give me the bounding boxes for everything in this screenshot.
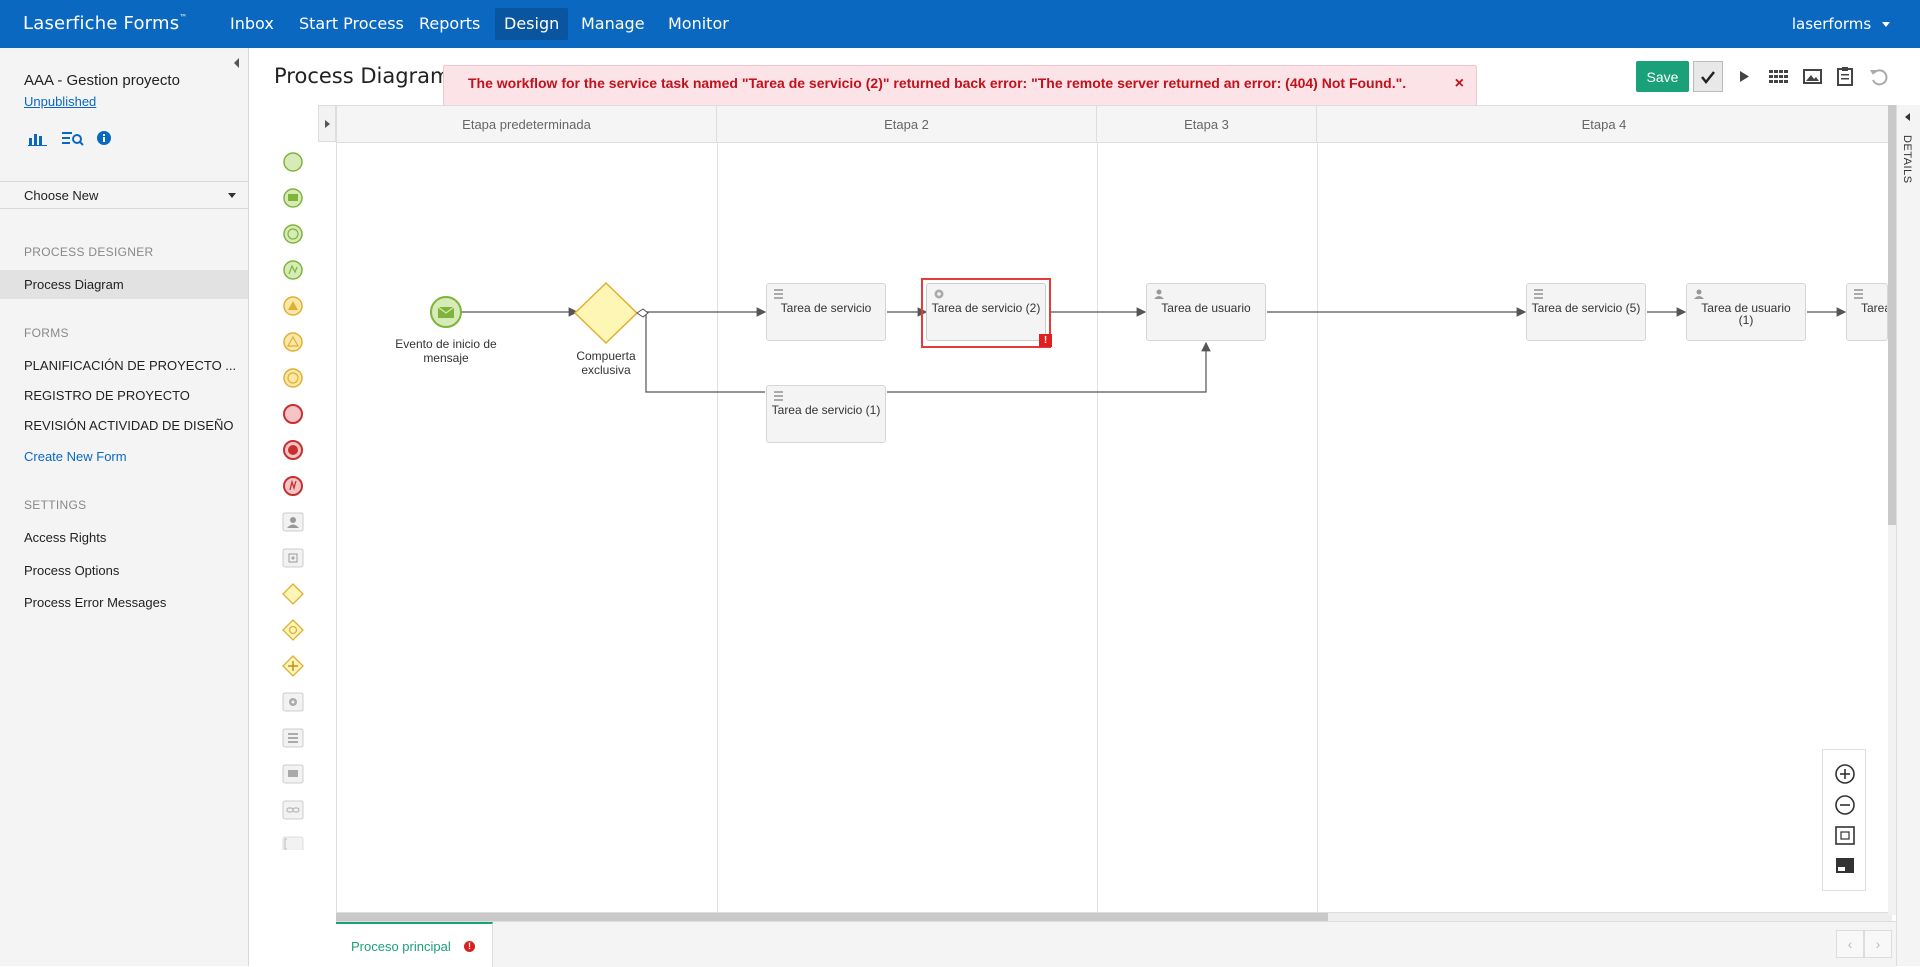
minimap-icon[interactable] bbox=[1836, 858, 1854, 873]
zoom-controls bbox=[1822, 749, 1866, 891]
task-label: Tarea de servicio (1) bbox=[771, 403, 881, 417]
horizontal-scrollbar[interactable] bbox=[336, 913, 1892, 921]
next-tab-button[interactable]: › bbox=[1864, 930, 1892, 958]
task-service[interactable]: Tarea de servicio bbox=[766, 283, 886, 341]
tab-label: Proceso principal bbox=[351, 939, 451, 954]
chevron-left-icon bbox=[1905, 113, 1910, 121]
task-label: Tarea bbox=[1861, 301, 1887, 315]
exclusive-gateway[interactable] bbox=[573, 281, 649, 345]
fit-to-screen-icon[interactable] bbox=[1835, 826, 1855, 845]
scroll-thumb[interactable] bbox=[1888, 105, 1896, 525]
script-task-icon bbox=[774, 289, 783, 299]
message-start-event[interactable] bbox=[430, 296, 462, 328]
task-label: Tarea de usuario bbox=[1161, 301, 1251, 315]
task-partial[interactable]: Tarea bbox=[1846, 283, 1888, 341]
task-user[interactable]: Tarea de usuario bbox=[1146, 283, 1266, 341]
details-label: DETAILS bbox=[1901, 135, 1913, 184]
scroll-thumb[interactable] bbox=[336, 913, 1328, 921]
task-label: Tarea de servicio (5) bbox=[1531, 301, 1641, 315]
script-task-icon bbox=[1854, 289, 1863, 299]
error-badge-icon[interactable]: ! bbox=[1039, 334, 1052, 347]
task-label: Tarea de servicio bbox=[780, 301, 872, 315]
process-tabs-bar: Proceso principal ! ‹ › bbox=[336, 921, 1896, 967]
task-label: Tarea de usuario (1) bbox=[1701, 301, 1791, 327]
error-indicator-icon: ! bbox=[464, 941, 475, 952]
task-service-5[interactable]: Tarea de servicio (5) bbox=[1526, 283, 1646, 341]
start-event-label: Evento de inicio de mensaje bbox=[395, 337, 497, 365]
script-task-icon bbox=[1534, 289, 1543, 299]
gateway-label: Compuerta exclusiva bbox=[576, 349, 636, 377]
zoom-in-icon[interactable] bbox=[1835, 764, 1855, 784]
script-task-icon bbox=[774, 391, 783, 401]
sequence-flows bbox=[430, 281, 1847, 393]
task-user-1[interactable]: Tarea de usuario (1) bbox=[1686, 283, 1806, 341]
user-icon bbox=[1694, 289, 1704, 299]
user-icon bbox=[1154, 289, 1164, 299]
prev-tab-button[interactable]: ‹ bbox=[1836, 930, 1864, 958]
zoom-out-icon[interactable] bbox=[1835, 795, 1855, 815]
task-service-1[interactable]: Tarea de servicio (1) bbox=[766, 385, 886, 443]
selection-highlight bbox=[921, 278, 1051, 348]
details-panel-tab[interactable]: DETAILS bbox=[1896, 105, 1920, 966]
tab-main-process[interactable]: Proceso principal ! bbox=[336, 922, 493, 967]
vertical-scrollbar[interactable] bbox=[1888, 105, 1896, 915]
